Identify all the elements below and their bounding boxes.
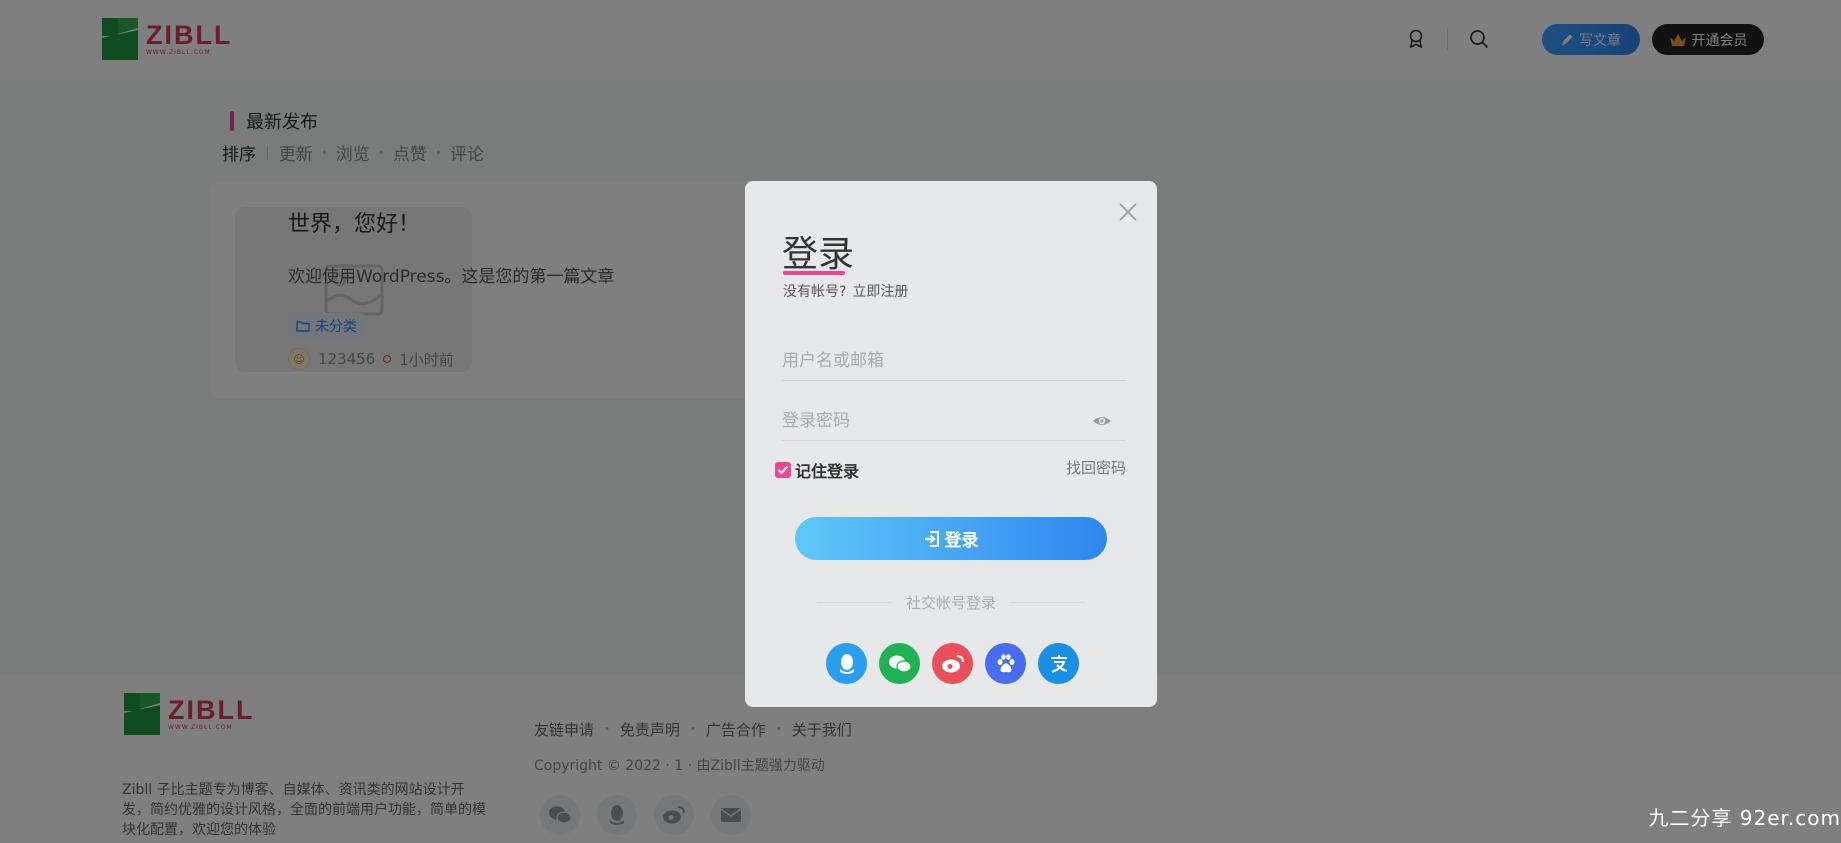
sign-in-icon <box>924 530 939 547</box>
qq-icon[interactable] <box>826 643 867 684</box>
login-button[interactable]: 登录 <box>795 517 1107 560</box>
social-divider: 社交帐号登录 <box>817 592 1086 613</box>
modal-title: 登录 <box>782 234 855 275</box>
watermark: 九二分享 92er.com <box>1648 806 1841 830</box>
social-title: 社交帐号登录 <box>906 594 997 612</box>
title-underline <box>783 271 845 275</box>
remember-login[interactable]: 记住登录 <box>775 458 859 482</box>
social-login-row <box>826 643 1079 684</box>
baidu-icon[interactable] <box>985 643 1026 684</box>
divider-line <box>1010 602 1086 603</box>
username-field <box>782 341 1126 381</box>
register-prompt: 没有帐号? 立即注册 <box>783 281 908 301</box>
close-icon[interactable] <box>1116 200 1140 224</box>
password-field <box>782 401 1126 441</box>
wechat-icon[interactable] <box>879 643 920 684</box>
username-input[interactable] <box>782 341 1126 380</box>
forgot-password-link[interactable]: 找回密码 <box>1066 457 1126 478</box>
eye-icon[interactable] <box>1092 413 1112 429</box>
weibo-icon[interactable] <box>932 643 973 684</box>
alipay-icon[interactable] <box>1038 643 1079 684</box>
remember-checkbox[interactable] <box>775 462 791 478</box>
login-button-label: 登录 <box>944 531 979 550</box>
login-modal: 登录 没有帐号? 立即注册 记住登录 找回密码 登录 社交帐号登录 <box>745 181 1157 707</box>
register-link[interactable]: 立即注册 <box>852 281 908 301</box>
password-input[interactable] <box>782 401 1126 440</box>
no-account-text: 没有帐号? <box>783 284 847 300</box>
remember-label: 记住登录 <box>795 462 860 481</box>
divider-line <box>817 602 892 603</box>
